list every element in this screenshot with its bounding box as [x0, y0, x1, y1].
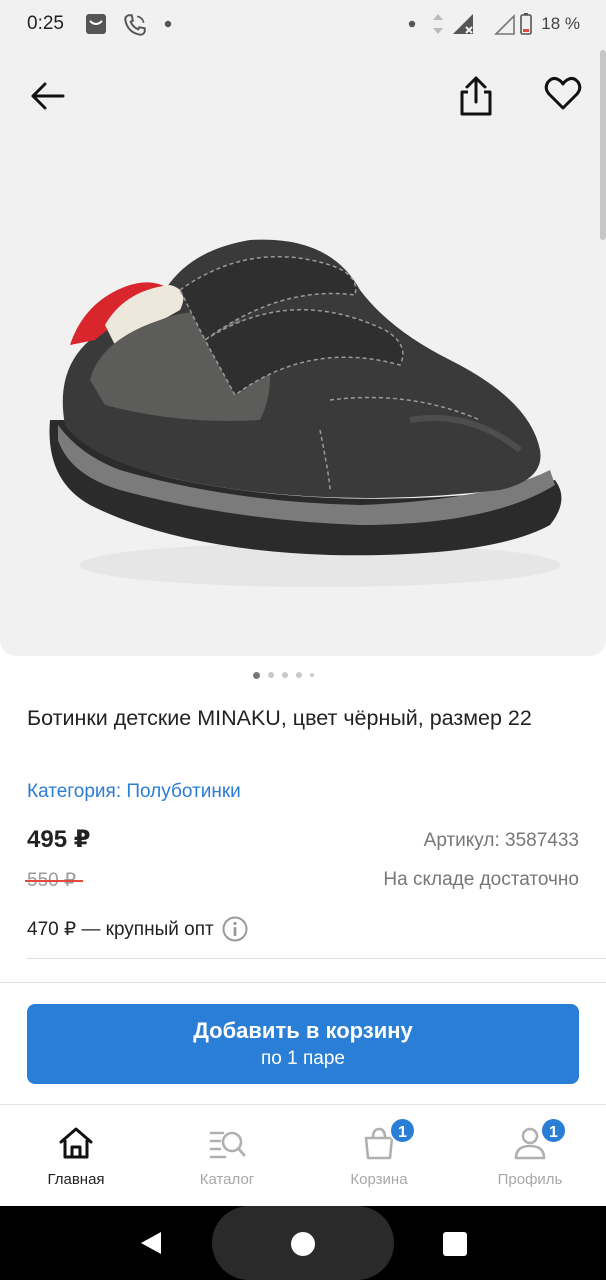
current-price: 495 ₽ [27, 826, 91, 853]
system-home-icon[interactable] [290, 1231, 316, 1257]
notification-box-icon [86, 14, 106, 34]
status-bar: 0:25 18 % [0, 0, 606, 50]
nav-item-cart[interactable]: 1 Корзина [303, 1105, 455, 1207]
arrow-left-icon [31, 82, 65, 110]
heart-icon [544, 76, 582, 110]
data-arrows-icon [433, 14, 443, 34]
bottom-navigation: Главная Каталог 1 Корзина 1 Профиль [0, 1104, 606, 1206]
carousel-dot[interactable] [295, 672, 302, 678]
carousel-dot[interactable] [309, 673, 314, 677]
home-icon [59, 1127, 93, 1159]
carousel-dot[interactable] [267, 672, 274, 678]
product-image-gallery[interactable] [0, 50, 606, 656]
add-to-cart-quantity: по 1 паре [261, 1048, 345, 1069]
nav-item-profile[interactable]: 1 Профиль [454, 1105, 606, 1207]
nav-label-home: Главная [47, 1171, 105, 1188]
nav-label-cart: Корзина [350, 1171, 408, 1188]
battery-icon [520, 13, 532, 35]
signal-icon [453, 14, 473, 34]
back-button[interactable] [22, 71, 72, 121]
wholesale-price: 470 ₽ — крупный опт [27, 918, 214, 940]
share-icon [460, 76, 492, 116]
category-link[interactable]: Категория: Полуботинки [27, 781, 241, 803]
phone-call-icon [124, 14, 146, 36]
battery-percent: 18 % [541, 14, 580, 33]
product-photo-shoe [49, 239, 562, 587]
nav-label-profile: Профиль [497, 1171, 563, 1188]
dot-icon [408, 20, 416, 28]
nav-label-catalog: Каталог [199, 1171, 255, 1188]
profile-notification-badge: 1 [540, 1117, 567, 1144]
scrollbar[interactable] [600, 50, 606, 240]
cart-count-badge: 1 [389, 1117, 416, 1144]
system-back-icon[interactable] [137, 1230, 163, 1256]
carousel-dot[interactable] [252, 671, 260, 679]
status-time: 0:25 [27, 13, 64, 34]
wholesale-price-row: 470 ₽ — крупный опт [27, 916, 248, 942]
info-icon[interactable] [222, 916, 248, 942]
dot-icon [164, 20, 172, 28]
product-title: Ботинки детские MINAKU, цвет чёрный, раз… [27, 706, 532, 730]
system-navigation-bar [0, 1206, 606, 1280]
favorite-button[interactable] [538, 68, 588, 118]
old-price-strikethrough [25, 880, 83, 882]
signal-empty-icon [494, 14, 515, 35]
catalog-search-icon [209, 1131, 246, 1159]
system-recents-icon[interactable] [442, 1231, 468, 1257]
nav-item-home[interactable]: Главная [0, 1105, 152, 1207]
divider [0, 982, 606, 983]
add-to-cart-label: Добавить в корзину [193, 1018, 413, 1043]
add-to-cart-button[interactable]: Добавить в корзину по 1 паре [27, 1004, 579, 1084]
product-sku: Артикул: 3587433 [423, 830, 579, 851]
stock-status: На складе достаточно [383, 869, 579, 890]
share-button[interactable] [451, 71, 501, 121]
carousel-dot[interactable] [281, 672, 288, 678]
carousel-indicator[interactable] [0, 670, 606, 680]
divider [27, 958, 606, 959]
nav-item-catalog[interactable]: Каталог [151, 1105, 303, 1207]
